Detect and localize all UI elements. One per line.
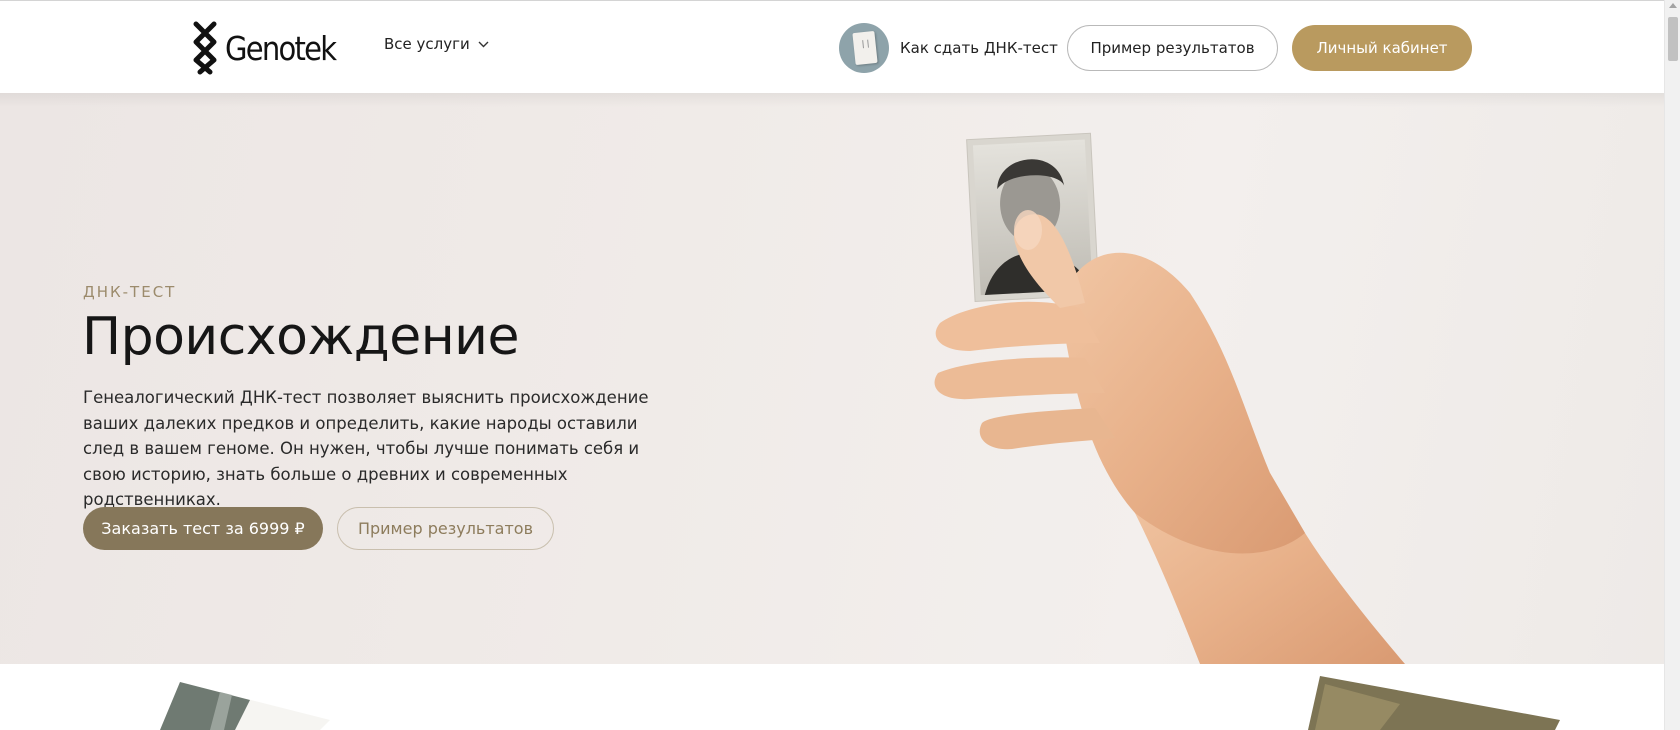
dna-kit-icon: [839, 23, 889, 73]
hero-eyebrow: ДНК-ТЕСТ: [83, 283, 177, 301]
site-header: Genotek Все услуги Как сдать ДНК-тест Пр…: [0, 1, 1664, 93]
hero-section: ДНК-ТЕСТ Происхождение Генеалогический Д…: [0, 93, 1664, 664]
genotek-logo[interactable]: Genotek: [190, 21, 350, 75]
chevron-down-icon: [478, 41, 489, 47]
decorative-photos-image: [160, 676, 1560, 730]
scroll-up-arrow-icon[interactable]: [1669, 3, 1677, 8]
nav-services-label: Все услуги: [384, 35, 470, 53]
how-to-take-test-link[interactable]: Как сдать ДНК-тест: [839, 23, 1058, 73]
scrollbar-thumb[interactable]: [1668, 17, 1678, 61]
page-scrollbar[interactable]: [1664, 0, 1680, 730]
brand-name: Genotek: [225, 28, 337, 68]
nav-services-dropdown[interactable]: Все услуги: [384, 35, 489, 53]
personal-account-button[interactable]: Личный кабинет: [1292, 25, 1472, 71]
next-section-preview: [0, 664, 1664, 730]
hero-description: Генеалогический ДНК-тест позволяет выясн…: [83, 388, 649, 509]
hero-example-results-button[interactable]: Пример результатов: [337, 507, 554, 550]
order-test-button[interactable]: Заказать тест за 6999 ₽: [83, 507, 323, 550]
page-title: Происхождение: [82, 307, 519, 367]
how-to-take-test-label: Как сдать ДНК-тест: [900, 39, 1058, 57]
hand-holding-photo-image: [934, 132, 1405, 664]
genotek-logo-icon: [193, 21, 217, 75]
example-results-button[interactable]: Пример результатов: [1067, 25, 1278, 71]
